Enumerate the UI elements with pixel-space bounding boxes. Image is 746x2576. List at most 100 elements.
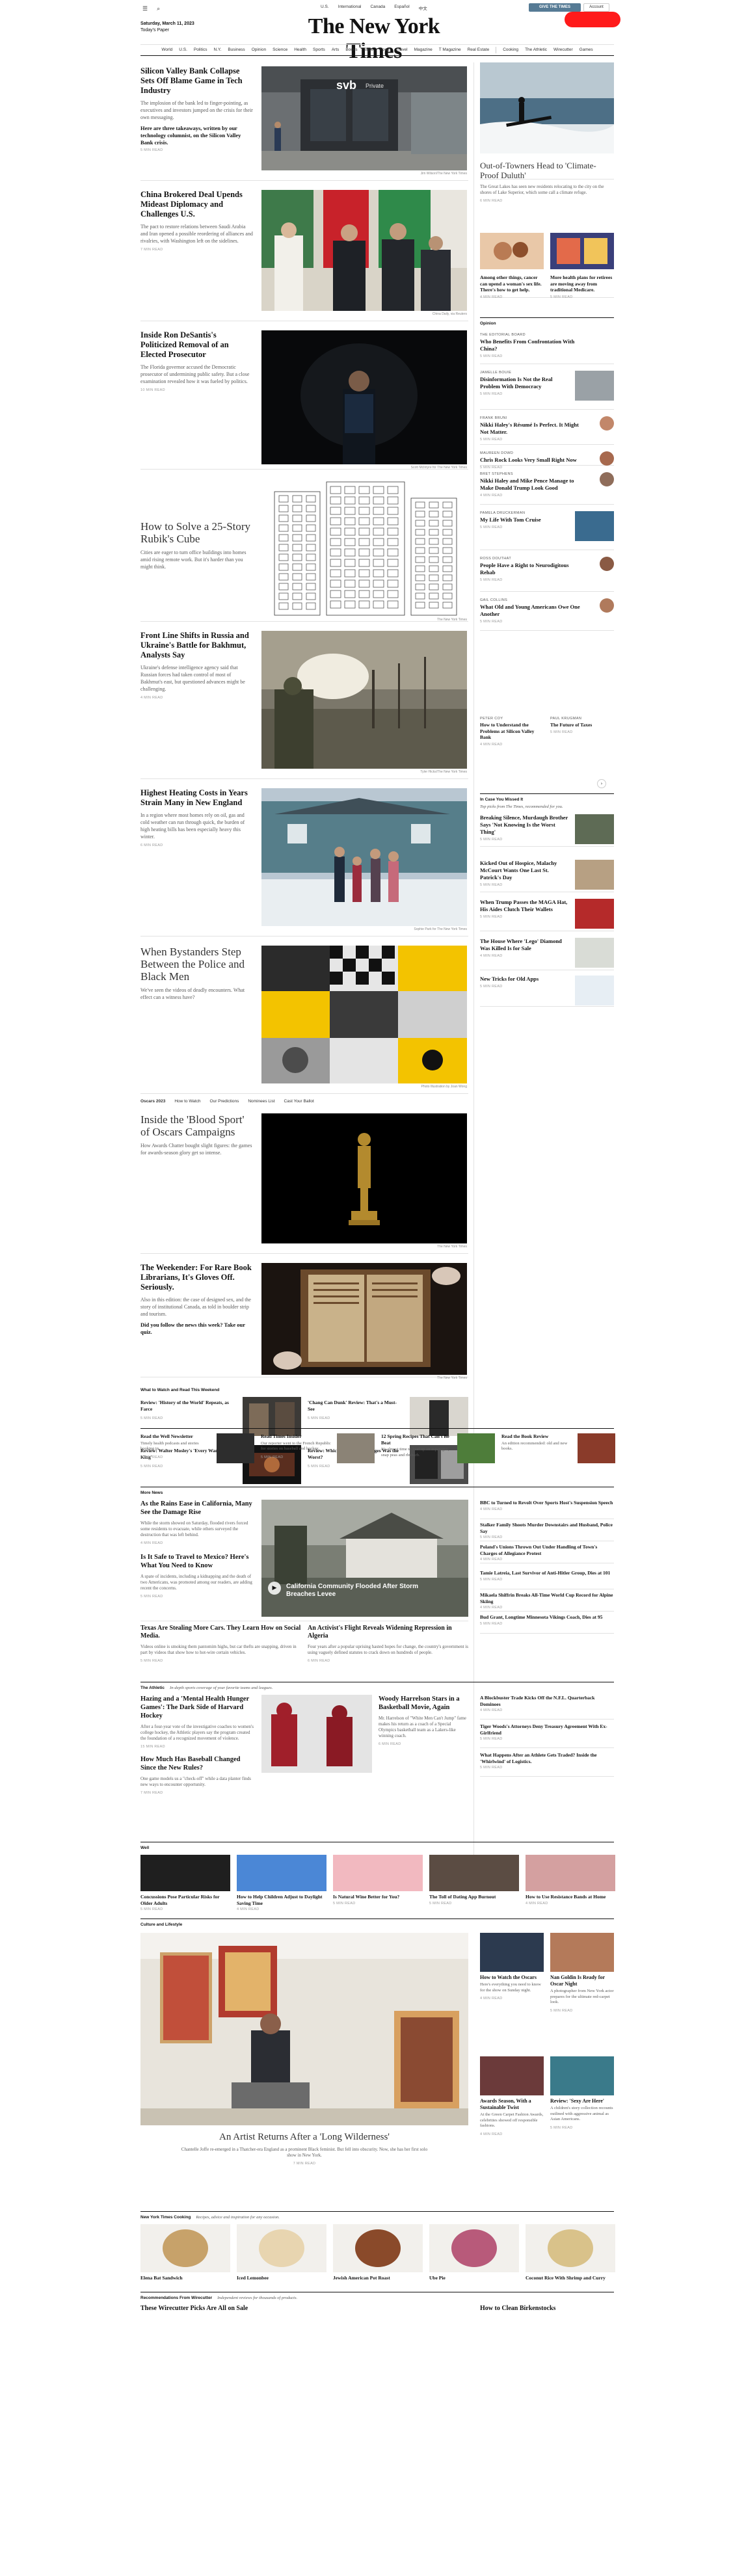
well-item[interactable]: Is Natural Wine Better for You? 5 MIN REA… — [333, 1855, 423, 1915]
missed-headline[interactable]: Kicked Out of Hospice, Malachy McCourt W… — [480, 860, 568, 881]
opinion-item[interactable]: FRANK BRUNI Nikki Haley's Résumé Is Perfe… — [480, 414, 614, 445]
subscribe-button[interactable]: GIVE THE TIMES — [529, 3, 581, 12]
nav-item[interactable]: Opinion — [252, 45, 266, 55]
item-headline[interactable]: Awards Season, With a Sustainable Twist — [480, 2098, 544, 2111]
well-thumbnail[interactable] — [333, 1855, 423, 1891]
story-image[interactable] — [261, 946, 467, 1083]
item-headline[interactable]: Poland's Unions Thrown Out Under Handlin… — [480, 1544, 614, 1556]
wirecutter-item[interactable]: How to Clean Birkenstocks — [480, 2305, 614, 2317]
missed-thumbnail[interactable] — [575, 814, 614, 844]
promo-thumbnail[interactable] — [337, 1433, 375, 1463]
item-headline[interactable]: Mikaela Shiffrin Breaks All-Time World C… — [480, 1592, 614, 1604]
more-news-label[interactable]: More News — [140, 1491, 163, 1495]
opinion-pair-item[interactable]: PETER COY How to Understand the Problems… — [480, 717, 544, 747]
recipe-name[interactable]: Elena Bat Sandwich — [140, 2275, 230, 2281]
more-news-item[interactable]: An Activist's Flight Reveals Widening Re… — [308, 1625, 468, 1663]
story-image[interactable] — [261, 479, 467, 617]
opinion-item[interactable]: ROSS DOUTHAT People Have a Right to Neuro… — [480, 554, 614, 592]
story-headline[interactable]: How to Solve a 25-Story Rubik's Cube — [140, 520, 254, 545]
nav-item[interactable]: Science — [273, 45, 287, 55]
item-headline[interactable]: Review: 'History of the World' Repeats, … — [140, 1400, 232, 1413]
nav-item[interactable]: N.Y. — [214, 45, 222, 55]
todays-paper-link[interactable]: Today's Paper — [140, 27, 194, 34]
pair-headline[interactable]: Among other things, cancer can upend a w… — [480, 274, 544, 293]
promo-item[interactable]: Read the Well Newsletter Timely health po… — [140, 1433, 254, 1481]
culture-label[interactable]: Culture and Lifestyle — [140, 1922, 182, 1927]
item-headline[interactable]: How to Use Resistance Bands at Home — [526, 1894, 615, 1900]
more-news-right-item[interactable]: Stalker Family Shoots Murder Downstairs … — [480, 1522, 614, 1541]
story-rubiks-cube[interactable]: How to Solve a 25-Story Rubik's Cube Cit… — [140, 475, 468, 622]
opinion-item[interactable]: GAIL COLLINS What Old and Young Americans… — [480, 596, 614, 631]
culture-thumbnail[interactable] — [480, 1933, 544, 1972]
item-headline[interactable]: Review: 'Sexy Are Here' — [550, 2098, 614, 2105]
story-duluth[interactable]: Out-of-Towners Head to 'Climate-Proof Du… — [480, 62, 614, 203]
item-headline[interactable]: Hazing and a 'Mental Health Hunger Games… — [140, 1695, 255, 1720]
promo-item[interactable]: Read Times Insider Our reporter went to t… — [261, 1433, 375, 1481]
culture-thumbnail[interactable] — [480, 2056, 544, 2095]
wirecutter-item[interactable]: These Wirecutter Picks Are All on Sale — [140, 2305, 301, 2317]
more-news-right-item[interactable]: Mikaela Shiffrin Breaks All-Time World C… — [480, 1592, 614, 1612]
nav-item[interactable]: Politics — [194, 45, 207, 55]
edition-link[interactable]: International — [338, 5, 362, 11]
pair-item-medicare[interactable]: More health plans for retirees are movin… — [550, 233, 614, 299]
item-headline[interactable]: The Toll of Dating App Burnout — [429, 1894, 519, 1900]
missed-headline[interactable]: When Trump Passes the MAGA Hat, His Aide… — [480, 899, 568, 913]
edition-link[interactable]: Canada — [370, 5, 385, 11]
well-item[interactable]: How to Help Children Adjust to Daylight … — [237, 1855, 326, 1915]
more-news-item[interactable]: Texas Are Stealing More Cars. They Learn… — [140, 1625, 301, 1663]
watch-read-item[interactable]: 'Chang Can Dunk' Review: That's a Must-S… — [308, 1397, 468, 1439]
opinion-thumbnail[interactable] — [575, 371, 614, 401]
well-thumbnail[interactable] — [140, 1855, 230, 1891]
promo-item[interactable]: Read the Book Review An edition recommend… — [501, 1433, 615, 1481]
opinion-headline[interactable]: Chris Rock Looks Very Small Right Now — [480, 457, 584, 464]
more-news-right-item[interactable]: Bud Grant, Longtime Minnesota Vikings Co… — [480, 1614, 614, 1634]
item-headline[interactable]: How to Watch the Oscars — [480, 1974, 544, 1981]
promo-thumbnail[interactable] — [578, 1433, 615, 1463]
story-svb[interactable]: Silicon Valley Bank Collapse Sets Off Bl… — [140, 62, 468, 181]
recipe-card[interactable]: Coconut Rice With Shrimp and Curry — [526, 2224, 615, 2287]
oscars-tab[interactable]: Our Predictions — [210, 1099, 239, 1108]
culture-item[interactable]: How to Watch the Oscars Here's everything… — [480, 1933, 544, 2050]
well-item[interactable]: How to Use Resistance Bands at Home 4 MIN… — [526, 1855, 615, 1915]
nav-item[interactable]: Food — [380, 45, 390, 55]
recipe-card[interactable]: Jewish American Pot Roast — [333, 2224, 423, 2287]
recipe-card[interactable]: Ube Pie — [429, 2224, 519, 2287]
well-thumbnail[interactable] — [237, 1855, 326, 1891]
missed-headline[interactable]: New Tricks for Old Apps — [480, 976, 568, 983]
story-image[interactable] — [480, 62, 614, 153]
story-subheadline[interactable]: Here are three takeaways, written by our… — [140, 125, 254, 146]
opinion-headline[interactable]: The Future of Taxes — [550, 722, 614, 728]
oscars-tab[interactable]: How to Watch — [174, 1099, 200, 1108]
account-button[interactable]: Account — [583, 3, 609, 12]
opinion-headline[interactable]: People Have a Right to Neurodigitous Reh… — [480, 562, 584, 576]
nav-item[interactable]: Sports — [313, 45, 325, 55]
story-headline[interactable]: Inside Ron DeSantis's Politicized Remova… — [140, 330, 254, 360]
story-image[interactable]: svb Private — [261, 66, 467, 170]
nav-item[interactable]: Cooking — [503, 45, 518, 55]
story-china-deal[interactable]: China Brokered Deal Upends Mideast Diplo… — [140, 186, 468, 321]
story-desantis[interactable]: Inside Ron DeSantis's Politicized Remova… — [140, 326, 468, 470]
athletic-right-item[interactable]: What Happens After an Athlete Gets Trade… — [480, 1752, 614, 1777]
promo-thumbnail[interactable] — [457, 1433, 495, 1463]
item-headline[interactable]: How to Clean Birkenstocks — [480, 2305, 614, 2313]
missed-label[interactable]: In Case You Missed It — [480, 797, 523, 802]
nav-item[interactable]: Wirecutter — [553, 45, 573, 55]
athletic-right-item[interactable]: A Blockbuster Trade Kicks Off the N.F.L.… — [480, 1695, 614, 1720]
missed-thumbnail[interactable] — [575, 938, 614, 968]
item-headline[interactable]: An Activist's Flight Reveals Widening Re… — [308, 1625, 468, 1640]
play-icon[interactable]: ▶ — [268, 1582, 281, 1595]
item-headline[interactable]: What Happens After an Athlete Gets Trade… — [480, 1752, 614, 1764]
athletic-image[interactable] — [261, 1695, 372, 1773]
pair-headline[interactable]: More health plans for retirees are movin… — [550, 274, 614, 293]
recipe-name[interactable]: Ube Pie — [429, 2275, 519, 2281]
item-headline[interactable]: Texas Are Stealing More Cars. They Learn… — [140, 1625, 301, 1640]
story-headline[interactable]: Silicon Valley Bank Collapse Sets Off Bl… — [140, 66, 254, 96]
story-heating-costs[interactable]: Highest Heating Costs in Years Strain Ma… — [140, 784, 468, 936]
cooking-label[interactable]: New York Times Cooking Recipes, advice an… — [140, 2215, 280, 2220]
recipe-image[interactable] — [237, 2224, 326, 2272]
promo-headline[interactable]: 12 Spring Recipes That Can't Be Beat — [381, 1433, 453, 1446]
athletic-item[interactable]: How Much Has Baseball Changed Since the … — [140, 1755, 255, 1795]
watch-read-item[interactable]: Review: 'History of the World' Repeats, … — [140, 1397, 301, 1439]
item-headline[interactable]: Nan Goldin Is Ready for Oscar Night — [550, 1974, 614, 1987]
nav-item[interactable]: Real Estate — [468, 45, 490, 55]
